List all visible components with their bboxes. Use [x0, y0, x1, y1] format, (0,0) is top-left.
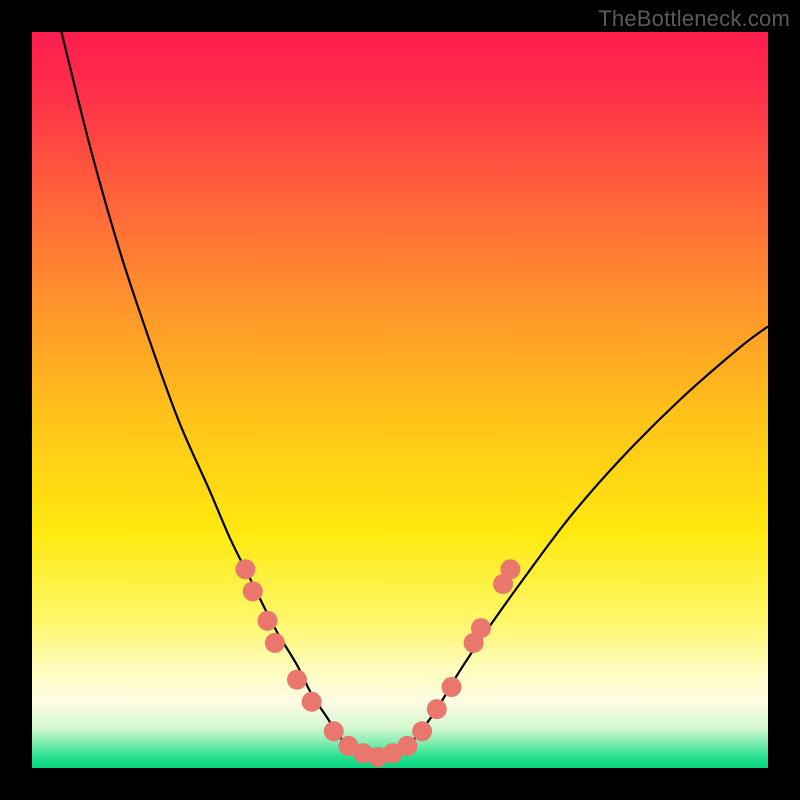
- data-marker: [442, 677, 462, 697]
- plot-area: [32, 32, 768, 768]
- data-marker: [471, 618, 491, 638]
- data-marker: [397, 736, 417, 756]
- chart-background: [32, 32, 768, 768]
- data-marker: [287, 670, 307, 690]
- data-marker: [412, 721, 432, 741]
- data-marker: [265, 633, 285, 653]
- chart-frame: TheBottleneck.com: [0, 0, 800, 800]
- data-marker: [302, 692, 322, 712]
- data-marker: [258, 611, 278, 631]
- data-marker: [235, 559, 255, 579]
- data-marker: [243, 581, 263, 601]
- data-marker: [324, 721, 344, 741]
- data-marker: [500, 559, 520, 579]
- data-marker: [427, 699, 447, 719]
- watermark-text: TheBottleneck.com: [598, 6, 790, 32]
- chart-svg: [32, 32, 768, 768]
